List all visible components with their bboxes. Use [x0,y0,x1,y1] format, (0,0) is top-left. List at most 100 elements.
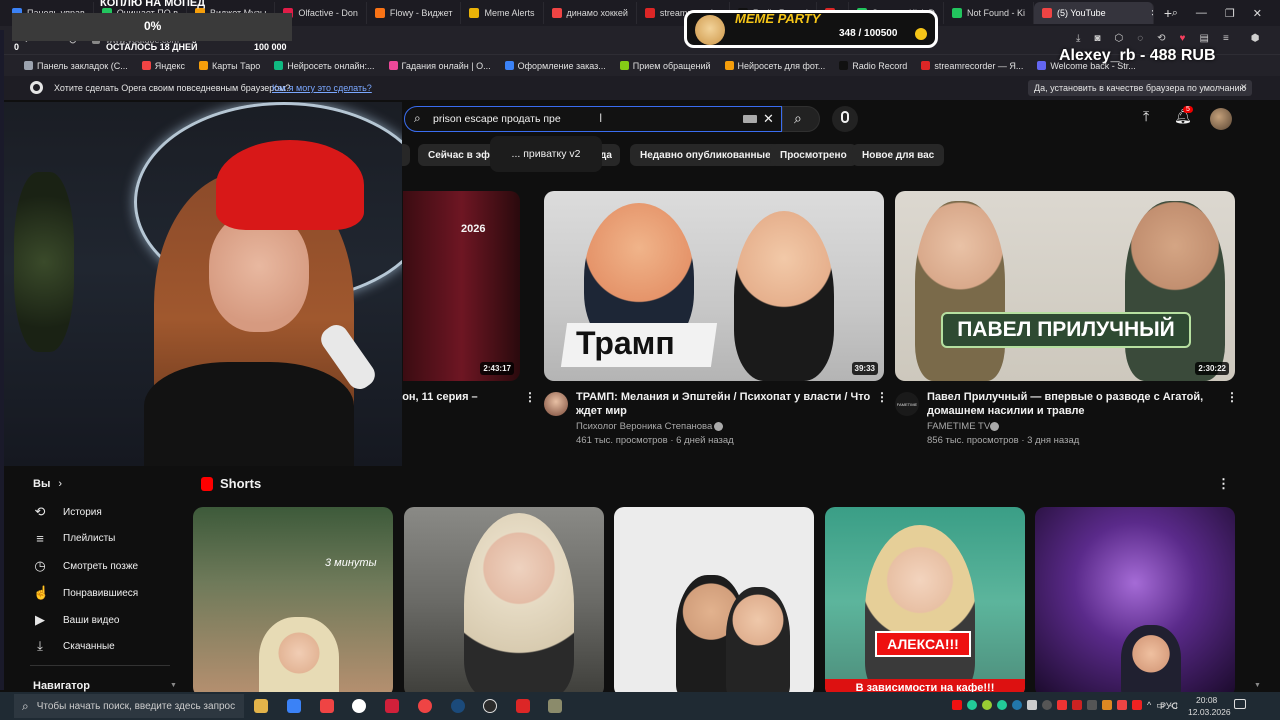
search-input[interactable]: prison escape продать пре [433,113,561,125]
tray-icon[interactable] [967,700,977,710]
bookmark-item[interactable]: Карты Таро [198,61,260,71]
tray-icon[interactable] [1057,700,1067,710]
clock-date[interactable]: 12.03.2026 [1188,707,1231,717]
tray-icon[interactable] [997,700,1007,710]
bookmark-item[interactable]: Оформление заказ... [504,61,606,71]
upload-icon[interactable]: ⤒ [1143,108,1149,125]
short-3[interactable] [614,507,814,697]
cube-icon[interactable]: ⬡ [1114,33,1123,44]
notification-center-icon[interactable] [1234,699,1246,709]
video-title-2-line1[interactable]: ТРАМП: Мелания и Эпштейн / Психопат у вл… [576,390,870,404]
infobar-link[interactable]: Как я могу это сделать? [272,83,372,93]
chip-watched[interactable]: Просмотрено [770,144,857,166]
sidebar-item-your-videos[interactable]: ▶ Ваши видео [33,612,119,628]
video-thumbnail-1[interactable]: 2026 2:43:17 [403,191,520,381]
video-title-3-line2[interactable]: домашнем насилии и травле [927,404,1084,418]
file-explorer-icon[interactable] [254,699,268,713]
browser-tab[interactable]: Not Found - Ki [944,2,1034,24]
sidebar-item-history[interactable]: ⟲ История [33,504,102,520]
bookmark-item[interactable]: Нейросеть для фот... [724,61,825,71]
store-icon[interactable] [287,699,301,713]
tray-icon[interactable] [1042,700,1052,710]
taskbar-search-input[interactable]: Чтобы начать поиск, введите здесь запрос [37,701,235,712]
tray-icon[interactable] [1027,700,1037,710]
search-button[interactable]: ⌕ [782,106,820,132]
bookmark-item[interactable]: Нейросеть онлайн:... [274,61,375,71]
short-5[interactable] [1035,507,1235,697]
voice-search-button[interactable] [832,106,858,132]
chip-recent[interactable]: Недавно опубликованные [630,144,781,166]
channel-name-3[interactable]: FAMETIME TV [927,420,990,434]
sidebar-item-downloads[interactable]: ⤓ Скачанные [33,638,115,654]
video-title-3-line1[interactable]: Павел Прилучный — впервые о разводе с Аг… [927,390,1203,404]
infobar-close-icon[interactable]: ✕ [1240,82,1248,93]
browser-tab[interactable]: (5) YouTube ✕ [1033,2,1154,24]
download-icon[interactable]: ⤓ [1076,33,1080,44]
bookmark-item[interactable]: Прием обращений [619,61,711,71]
browser-tab[interactable]: Meme Alerts [461,2,544,24]
tray-icon[interactable] [1102,700,1112,710]
minimize-icon[interactable]: — [1196,7,1207,19]
tray-icon[interactable] [1072,700,1082,710]
tray-icon[interactable] [1012,700,1022,710]
camera-icon[interactable]: ◙ [1094,33,1100,44]
taskbar-search[interactable]: ⌕ Чтобы начать поиск, введите здесь запр… [14,694,244,718]
browser-tab[interactable]: Flowy - Виджет [367,2,462,24]
chevron-up-icon[interactable]: ^ [1147,700,1151,711]
tab-close-icon[interactable]: ✕ [1151,8,1153,19]
sidebar-item-playlists[interactable]: ≡ Плейлисты [33,531,115,546]
vpn-icon[interactable]: ◌ [1137,33,1143,44]
tab-search-icon[interactable]: ⌕ [1172,7,1178,20]
tray-icon[interactable] [1132,700,1142,710]
clear-search-icon[interactable]: ✕ [763,111,774,127]
opera-icon[interactable] [418,699,432,713]
yandex-icon[interactable] [320,699,334,713]
shorts-more-icon[interactable]: ⋮ [1217,476,1230,492]
short-2[interactable] [404,507,604,697]
app-red-icon[interactable] [516,699,530,713]
bookmark-item[interactable]: Radio Record [839,61,907,71]
channel-name-2[interactable]: Психолог Вероника Степанова [576,420,712,434]
video-2-more-icon[interactable]: ⋮ [876,390,888,404]
video-thumbnail-2[interactable]: Трамп 39:33 [544,191,884,381]
short-1[interactable]: 3 минуты [193,507,393,697]
chip-new[interactable]: Новое для вас [852,144,945,166]
sidebar-item-liked[interactable]: ☝ Понравившиеся [33,585,138,601]
tray-icon[interactable] [952,700,962,710]
search-suggestion-tooltip[interactable]: ... приватку v2 [490,136,602,172]
close-window-icon[interactable]: ✕ [1253,7,1262,20]
app-icon[interactable] [385,699,399,713]
page-scrollbar-down-icon[interactable]: ▼ [1254,682,1261,689]
notifications-button[interactable]: 🔔︎ 5 [1174,106,1193,126]
bookmark-item[interactable]: streamrecorder — Я... [921,61,1023,71]
clock-time[interactable]: 20:08 [1196,695,1217,705]
bookmark-item[interactable]: Панель закладок (С... [24,61,128,71]
history-icon[interactable]: ⟲ [1157,33,1165,44]
steam-icon[interactable] [451,699,465,713]
wallet-icon[interactable]: ▤ [1199,33,1208,44]
tray-icon[interactable] [982,700,992,710]
menu-icon[interactable]: ≡ [1223,33,1229,44]
browser-tab[interactable]: динамо хоккей [544,2,637,24]
video-title-2-line2[interactable]: ждет мир [576,404,627,418]
tray-icon[interactable] [1087,700,1097,710]
keyboard-language[interactable]: РУС [1160,701,1178,711]
tray-icon[interactable] [1117,700,1127,710]
video-thumbnail-3[interactable]: ПАВЕЛ ПРИЛУЧНЫЙ 2:30:22 [895,191,1235,381]
sidebar-item-watch-later[interactable]: ◷ Смотреть позже [33,558,138,574]
set-default-browser-button[interactable]: Да, установить в качестве браузера по ум… [1028,80,1253,96]
restore-icon[interactable]: ❐ [1225,7,1235,20]
video-1-more-icon[interactable]: ⋮ [524,390,536,404]
video-3-more-icon[interactable]: ⋮ [1226,390,1238,404]
avatar[interactable] [1210,108,1232,130]
extensions-icon[interactable]: ⬢ [1251,33,1260,44]
heart-icon[interactable]: ♥ [1180,33,1186,44]
bookmark-item[interactable]: Гадания онлайн | О... [388,61,491,71]
short-4[interactable]: АЛЕКСА!!! В зависимости на кафе!!! [825,507,1025,697]
obs-icon[interactable] [483,699,497,713]
channel-avatar-2[interactable] [544,392,568,416]
video-title-1[interactable]: зон, 11 серия – [397,390,478,404]
search-box[interactable]: ⌕ prison escape продать пре I ✕ [404,106,782,132]
bookmark-item[interactable]: Яндекс [141,61,185,71]
keyboard-icon[interactable] [743,115,757,123]
